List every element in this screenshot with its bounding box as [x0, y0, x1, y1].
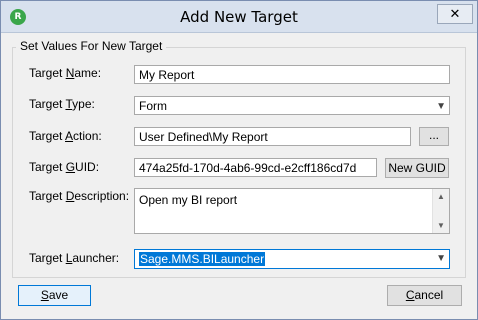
target-type-label: Target Type: — [29, 97, 95, 111]
label-text: Target — [29, 66, 66, 80]
label-text: Target — [29, 189, 66, 203]
button-accelerator: S — [40, 288, 49, 302]
label-text: ype: — [72, 97, 95, 111]
label-text: UID: — [75, 160, 100, 174]
target-action-input[interactable]: User Defined\My Report — [134, 127, 411, 146]
target-name-label: Target Name: — [29, 66, 101, 80]
save-button[interactable]: Save — [18, 285, 91, 306]
new-guid-button[interactable]: New GUID — [385, 158, 449, 178]
dialog-window: R Add New Target ✕ Set Values For New Ta… — [0, 0, 478, 320]
label-text: Target — [29, 160, 66, 174]
target-guid-input[interactable]: 474a25fd-170d-4ab6-99cd-e2cff186cd7d — [134, 158, 377, 177]
target-name-input[interactable]: My Report — [134, 65, 450, 84]
chevron-down-icon[interactable]: ▼ — [436, 250, 446, 268]
title-bar[interactable]: R Add New Target ✕ — [1, 1, 477, 33]
label-text: escription: — [74, 189, 130, 203]
label-accelerator: A — [65, 129, 74, 143]
chevron-down-icon[interactable]: ▼ — [436, 97, 446, 114]
close-icon: ✕ — [449, 6, 461, 21]
browse-button[interactable]: ... — [419, 127, 449, 146]
label-text: Target — [29, 129, 66, 143]
scroll-up-icon[interactable]: ▲ — [433, 192, 449, 201]
target-launcher-label: Target Launcher: — [29, 251, 119, 265]
cancel-button[interactable]: Cancel — [387, 285, 462, 306]
scroll-down-icon[interactable]: ▼ — [433, 221, 449, 230]
target-description-label: Target Description: — [29, 189, 129, 203]
target-type-select[interactable]: Form ▼ — [134, 96, 450, 115]
target-type-value: Form — [139, 99, 167, 113]
groupbox-title: Set Values For New Target — [16, 39, 167, 53]
target-action-label: Target Action: — [29, 129, 102, 143]
target-launcher-value: Sage.MMS.BILauncher — [139, 252, 266, 266]
window-title: Add New Target — [180, 8, 298, 26]
button-label: ancel — [414, 288, 444, 302]
label-text: ction: — [73, 129, 102, 143]
description-text: Open my BI report — [139, 193, 238, 207]
button-label: ave — [48, 288, 69, 302]
close-button[interactable]: ✕ — [437, 4, 473, 24]
target-launcher-select[interactable]: Sage.MMS.BILauncher ▼ — [134, 249, 450, 269]
target-guid-label: Target GUID: — [29, 160, 99, 174]
label-accelerator: G — [65, 160, 76, 174]
label-text: ame: — [74, 66, 102, 80]
description-scrollbar[interactable]: ▲ ▼ — [432, 189, 449, 233]
target-description-textarea[interactable]: Open my BI report ▲ ▼ — [134, 188, 450, 234]
label-text: auncher: — [72, 251, 120, 265]
label-text: Target — [29, 97, 66, 111]
label-text: Target — [29, 251, 66, 265]
